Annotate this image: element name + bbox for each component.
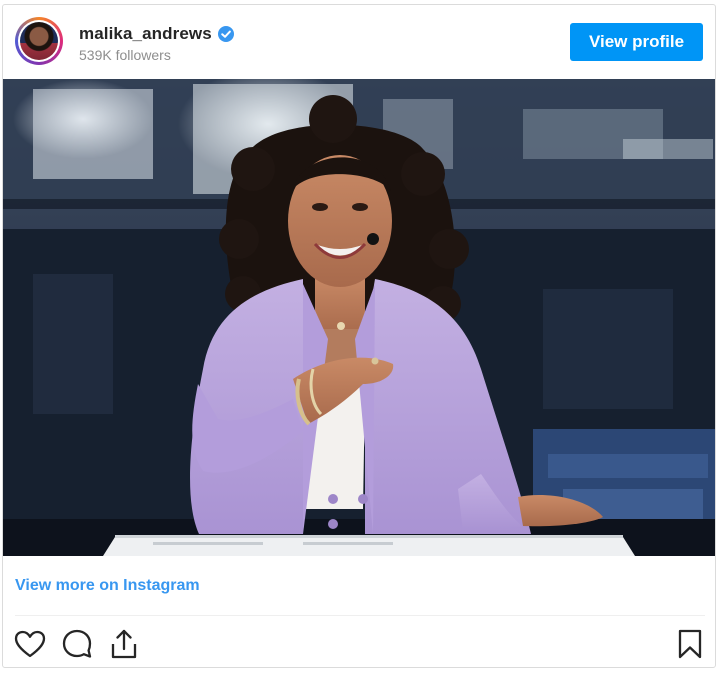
post-header: malika_andrews 539K followers View profi… <box>3 5 715 79</box>
action-bar <box>3 621 715 667</box>
follower-count: 539K followers <box>79 47 171 63</box>
post-photo-image <box>3 79 715 556</box>
divider <box>15 615 705 616</box>
share-icon[interactable] <box>107 627 141 661</box>
comment-icon[interactable] <box>60 627 94 661</box>
username-link[interactable]: malika_andrews <box>79 24 212 44</box>
heart-icon[interactable] <box>13 627 47 661</box>
instagram-embed-card: malika_andrews 539K followers View profi… <box>2 4 716 668</box>
avatar[interactable] <box>15 17 63 65</box>
post-photo[interactable] <box>3 79 715 556</box>
view-more-on-instagram-link[interactable]: View more on Instagram <box>15 577 200 595</box>
bookmark-icon[interactable] <box>673 627 707 661</box>
verified-badge-icon <box>217 26 234 42</box>
view-profile-button[interactable]: View profile <box>570 23 703 61</box>
username-row: malika_andrews <box>79 23 234 45</box>
